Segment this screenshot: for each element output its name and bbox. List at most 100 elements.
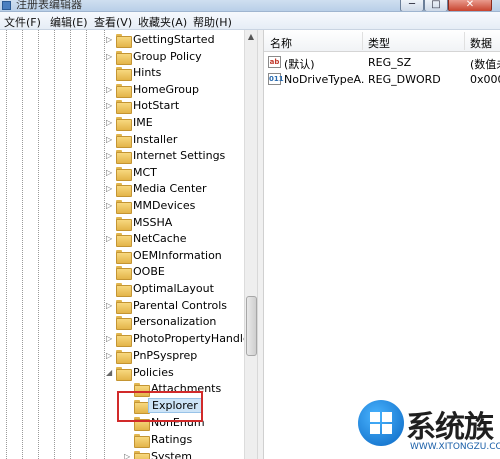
tree-item[interactable]: Hints xyxy=(106,65,246,82)
tree-item[interactable]: Personalization xyxy=(106,314,246,331)
column-header-name[interactable]: 名称 xyxy=(270,35,292,51)
list-header: 名称 类型 数据 xyxy=(264,30,500,52)
expand-arrow-icon[interactable]: ▷ xyxy=(106,168,114,177)
folder-icon xyxy=(116,350,132,364)
tree-guide-line xyxy=(22,30,23,459)
tree-item-label: HomeGroup xyxy=(133,83,199,96)
tree-item-label: HotStart xyxy=(133,99,180,112)
tree-item[interactable]: OOBE xyxy=(106,264,246,281)
tree-item[interactable]: ▷ Installer xyxy=(106,132,246,149)
column-separator[interactable] xyxy=(464,32,465,50)
tree-item-label: OEMInformation xyxy=(133,249,222,262)
folder-icon xyxy=(116,316,132,330)
folder-icon xyxy=(116,300,132,314)
collapse-arrow-icon[interactable]: ◢ xyxy=(106,368,114,377)
folder-icon xyxy=(116,333,132,347)
column-header-data[interactable]: 数据 xyxy=(470,35,492,51)
folder-open-icon xyxy=(116,367,132,381)
menu-bar: 文件(F) 编辑(E) 查看(V) 收藏夹(A) 帮助(H) xyxy=(0,12,500,30)
expand-arrow-icon[interactable]: ▷ xyxy=(106,35,114,44)
tree-item[interactable]: ▷ MCT xyxy=(106,165,246,182)
value-data: 0x000 xyxy=(470,73,500,86)
menu-view[interactable]: 查看(V) xyxy=(94,14,132,30)
menu-edit[interactable]: 编辑(E) xyxy=(50,14,88,30)
tree-item-label: System xyxy=(151,450,193,459)
tree-item[interactable]: ▷ Internet Settings xyxy=(106,148,246,165)
tree-guide-line xyxy=(86,30,87,459)
close-button[interactable]: ✕ xyxy=(448,0,492,11)
tree-item[interactable]: ▷ HotStart xyxy=(106,98,246,115)
tree-item-label: Group Policy xyxy=(133,50,202,63)
folder-icon xyxy=(116,51,132,65)
menu-help[interactable]: 帮助(H) xyxy=(193,14,232,30)
maximize-button[interactable]: □ xyxy=(424,0,448,11)
tree-item[interactable]: ▷ HomeGroup xyxy=(106,82,246,99)
column-header-type[interactable]: 类型 xyxy=(368,35,390,51)
title-bar: 注册表编辑器 ─ □ ✕ xyxy=(0,0,500,12)
expand-arrow-icon[interactable]: ▷ xyxy=(106,135,114,144)
tree-item-child[interactable]: ▷ System xyxy=(124,449,257,459)
expand-arrow-icon[interactable]: ▷ xyxy=(106,334,114,343)
tree-item[interactable]: ▷ PnPSysprep xyxy=(106,348,246,365)
tree-item[interactable]: ▷ MMDevices xyxy=(106,198,246,215)
expand-arrow-icon[interactable]: ▷ xyxy=(106,52,114,61)
expand-arrow-icon[interactable]: ▷ xyxy=(106,201,114,210)
tree-item[interactable]: ▷ Group Policy xyxy=(106,49,246,66)
tree-guide-line xyxy=(38,30,39,459)
expand-arrow-icon[interactable]: ▷ xyxy=(106,151,114,160)
tree-item-label: Personalization xyxy=(133,315,217,328)
windows-logo-icon xyxy=(358,400,404,446)
value-row[interactable]: 011 NoDriveTypeA... REG_DWORD 0x000 xyxy=(264,71,500,88)
menu-favorites[interactable]: 收藏夹(A) xyxy=(138,14,187,30)
tree-item[interactable]: ▷ GettingStarted xyxy=(106,32,246,49)
highlight-annotation-box xyxy=(117,391,203,422)
tree-item[interactable]: ▷ Parental Controls xyxy=(106,298,246,315)
tree-item-label: MSSHA xyxy=(133,216,173,229)
registry-value-list[interactable]: 名称 类型 数据 ab (默认) REG_SZ (数值未 011 NoDrive… xyxy=(264,30,500,459)
tree-item[interactable]: ▷ Media Center xyxy=(106,181,246,198)
tree-item[interactable]: OEMInformation xyxy=(106,248,246,265)
tree-item[interactable]: ▷ IME xyxy=(106,115,246,132)
folder-icon xyxy=(116,34,132,48)
tree-item[interactable]: OptimalLayout xyxy=(106,281,246,298)
scroll-up-arrow-icon[interactable]: ▲ xyxy=(245,30,257,44)
tree-item-label: NetCache xyxy=(133,232,187,245)
value-data: (数值未 xyxy=(470,58,500,71)
column-separator[interactable] xyxy=(362,32,363,50)
tree-item[interactable]: MSSHA xyxy=(106,215,246,232)
minimize-button[interactable]: ─ xyxy=(400,0,424,11)
expand-arrow-icon[interactable]: ▷ xyxy=(106,118,114,127)
tree-item-label: Installer xyxy=(133,133,178,146)
folder-icon xyxy=(116,217,132,231)
value-row[interactable]: ab (默认) REG_SZ (数值未 xyxy=(264,54,500,71)
folder-icon xyxy=(116,134,132,148)
tree-item-policies[interactable]: ◢ Policies xyxy=(106,365,246,382)
value-type: REG_DWORD xyxy=(368,73,441,86)
tree-item[interactable]: ▷ PhotoPropertyHandler xyxy=(106,331,254,348)
expand-arrow-icon[interactable]: ▷ xyxy=(106,234,114,243)
expand-arrow-icon[interactable]: ▷ xyxy=(124,452,132,459)
expand-arrow-icon[interactable]: ▷ xyxy=(106,85,114,94)
tree-guide-line xyxy=(6,30,7,459)
tree-scrollbar[interactable] xyxy=(244,30,257,459)
folder-icon xyxy=(116,200,132,214)
menu-file[interactable]: 文件(F) xyxy=(4,14,41,30)
scrollbar-thumb[interactable] xyxy=(246,296,257,356)
tree-item-child[interactable]: Ratings xyxy=(124,432,257,449)
tree-item-label: MMDevices xyxy=(133,199,196,212)
expand-arrow-icon[interactable]: ▷ xyxy=(106,101,114,110)
folder-icon xyxy=(116,250,132,264)
folder-icon xyxy=(116,150,132,164)
value-name: NoDriveTypeA... xyxy=(284,73,364,86)
tree-item-label: OOBE xyxy=(133,265,165,278)
expand-arrow-icon[interactable]: ▷ xyxy=(106,351,114,360)
folder-icon xyxy=(134,434,150,448)
tree-item[interactable]: ▷ NetCache xyxy=(106,231,246,248)
site-watermark: 系统族 WWW.XITONGZU.COM xyxy=(358,400,500,459)
tree-guide-line xyxy=(104,30,105,459)
tree-item-label: Media Center xyxy=(133,182,207,195)
expand-arrow-icon[interactable]: ▷ xyxy=(106,301,114,310)
tree-item-label: Internet Settings xyxy=(133,149,226,162)
expand-arrow-icon[interactable]: ▷ xyxy=(106,184,114,193)
folder-icon xyxy=(116,183,132,197)
